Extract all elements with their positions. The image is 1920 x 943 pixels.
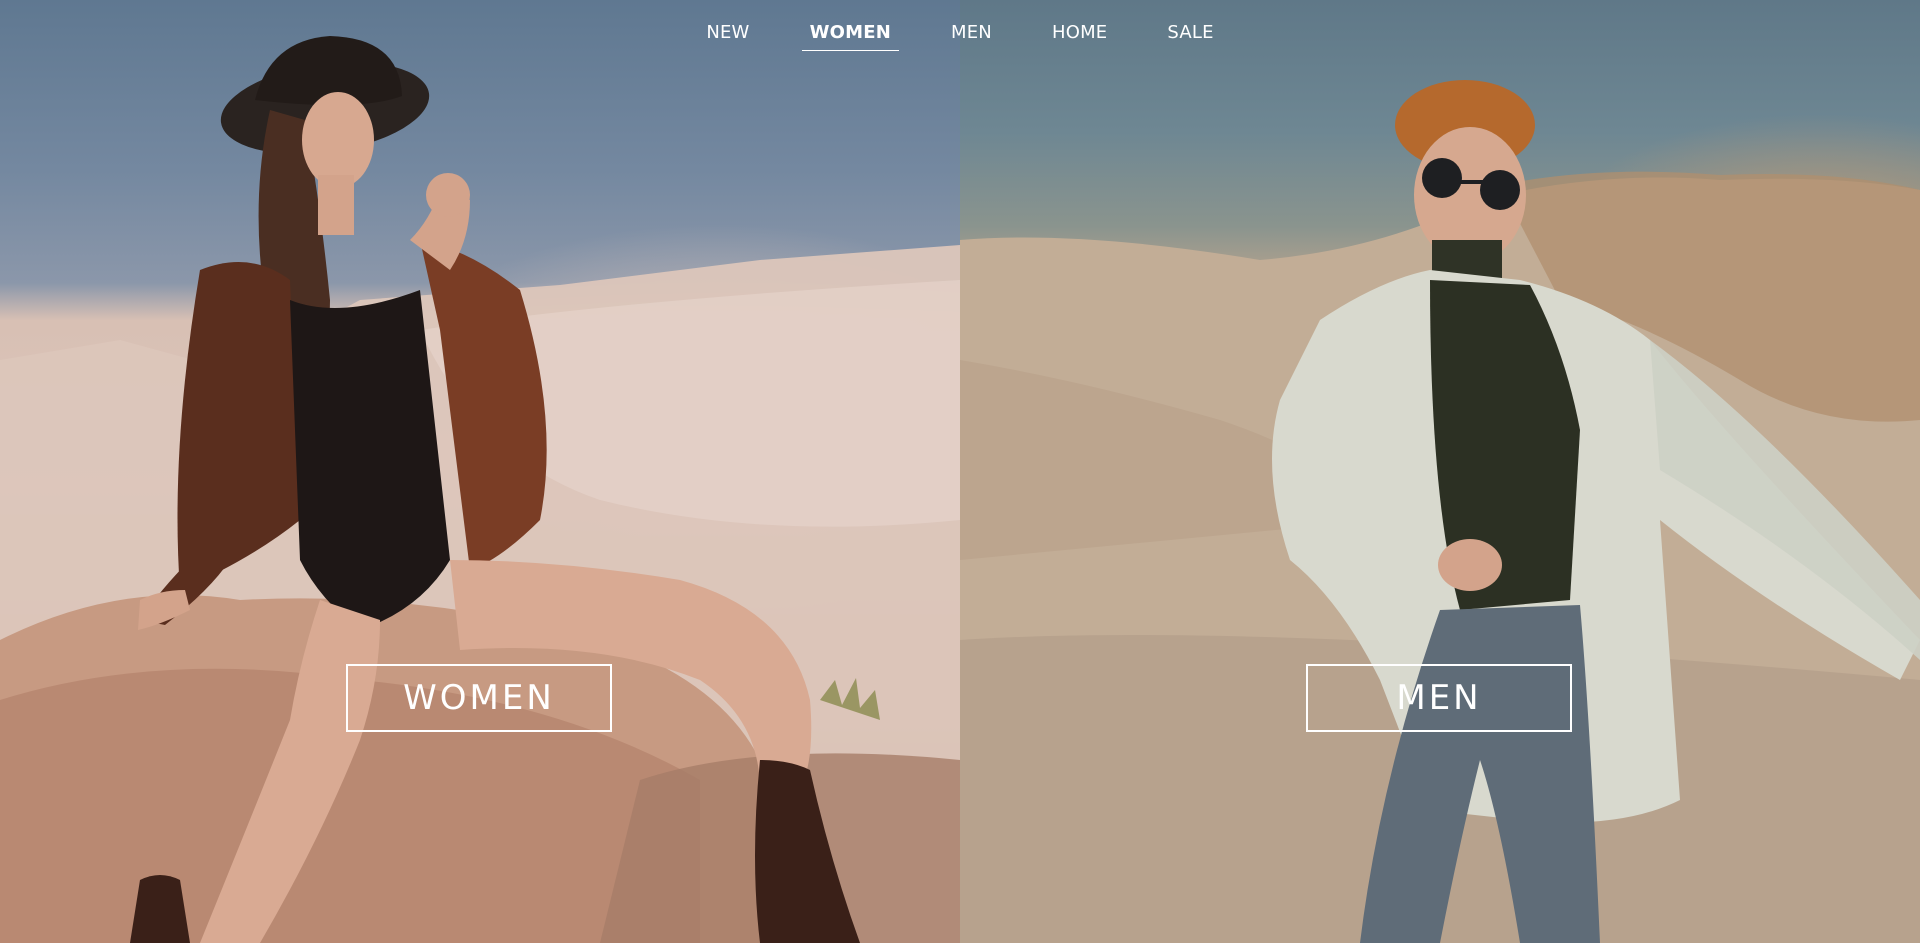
men-panel[interactable]: MEN	[960, 0, 1920, 943]
nav-item-men[interactable]: MEN	[943, 22, 1000, 50]
nav-item-new[interactable]: NEW	[698, 22, 757, 50]
woman-in-cowboy-hat-photo	[0, 36, 960, 943]
nav-item-sale[interactable]: SALE	[1159, 22, 1221, 50]
nav-item-home[interactable]: HOME	[1044, 22, 1115, 50]
nav-item-women[interactable]: WOMEN	[801, 22, 899, 51]
man-in-plaid-shirt-photo	[960, 80, 1920, 943]
women-category-button[interactable]: WOMEN	[346, 664, 612, 732]
hero-split: WOMEN MEN	[0, 0, 1920, 943]
women-panel[interactable]: WOMEN	[0, 0, 960, 943]
men-category-button[interactable]: MEN	[1306, 664, 1572, 732]
top-nav: NEW WOMEN MEN HOME SALE	[0, 0, 1920, 66]
